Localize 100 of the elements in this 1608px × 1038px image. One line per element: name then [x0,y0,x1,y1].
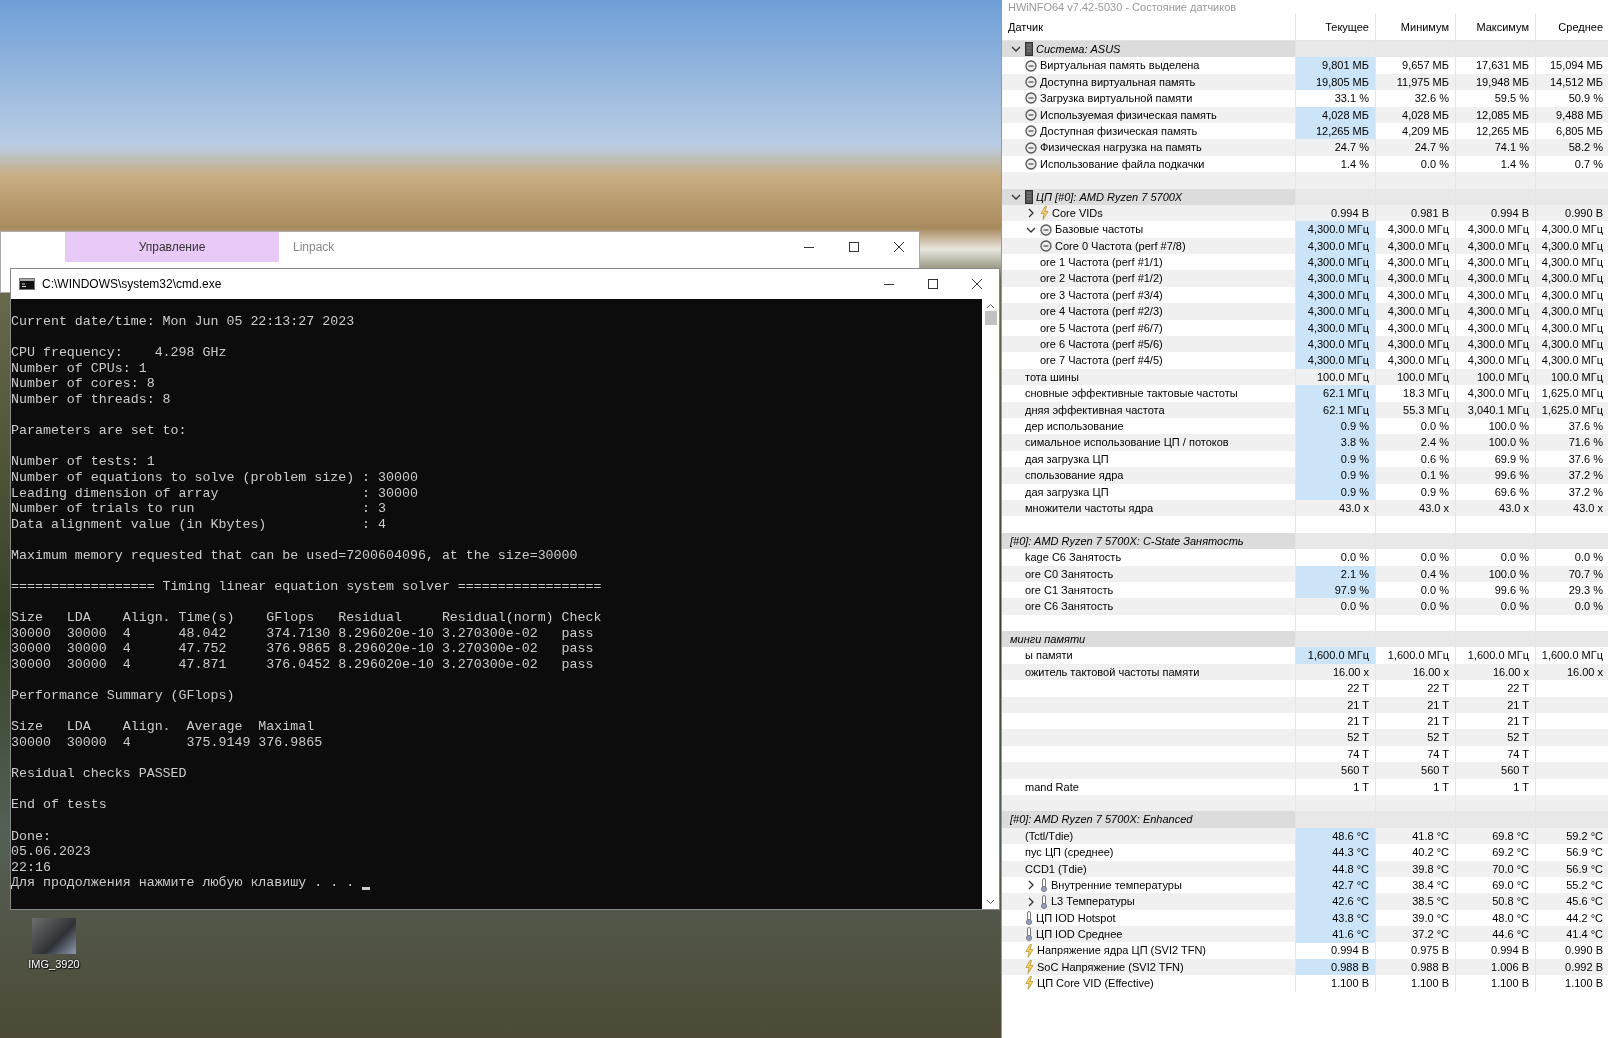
sensor-value: 0.0 % [1574,551,1603,564]
chip-icon [1025,42,1033,57]
sensor-row[interactable]: множители частоты ядра 43.0 x 43.0 x 43.0 x 43.0 x [1002,499,1608,517]
sensor-value: 6,805 МБ [1556,124,1603,137]
sensor-value: 37.6 % [1568,420,1603,432]
sensor-row[interactable]: ore 2 Частота (perf #1/2) 4,300.0 МГц 4,300.0 МГц 4,300.0 МГц 4,300.0 МГц [1002,270,1608,287]
sensor-row[interactable]: Физическая нагрузка на память 24.7 % 24.7 % 74.1 % 58.2 % [1002,139,1608,156]
sensor-row[interactable]: Базовые частоты 4,300.0 МГц 4,300.0 МГц 4,300.0 МГц 4,300.0 МГц [1002,221,1608,238]
sensor-value: 4,300.0 МГц [1541,239,1603,252]
sensor-row[interactable]: ore 6 Частота (perf #5/6) 4,300.0 МГц 4,300.0 МГц 4,300.0 МГц 4,300.0 МГц [1002,336,1608,353]
scrollbar[interactable] [982,299,999,909]
sensor-row[interactable]: Используемая физическая память 4,028 МБ 4,028 МБ 12,085 МБ 9,488 МБ [1002,106,1608,123]
sensor-row[interactable]: спользование ядра 0.9 % 0.1 % 99.6 % 37.2 % [1002,467,1608,484]
sensor-row[interactable]: Напряжение ядра ЦП (SVI2 TFN) 0.994 В 0.975 В 0.994 В 0.990 В [1002,942,1608,959]
sensor-row[interactable]: 22 T 22 T 22 T [1002,680,1608,697]
sensor-label: дая загрузка ЦП [1025,451,1109,467]
sensor-row[interactable]: 21 T 21 T 21 T [1002,696,1608,713]
sensor-row[interactable]: 560 T 560 T 560 T [1002,762,1608,779]
sensor-row[interactable]: ЦП Core VID (Effective) 1.100 В 1.100 В 1.100 В 1.100 В [1002,975,1608,992]
sensor-value: 48.6 °C [1332,829,1369,842]
sensor-row[interactable]: Виртуальная память выделена 9,801 МБ 9,657 МБ 17,631 МБ 15,094 МБ [1002,57,1608,74]
sensor-value: 0.9 % [1420,485,1449,498]
sensor-value: 4,300.0 МГц [1467,354,1529,367]
scroll-down-icon[interactable] [986,899,995,905]
group-header-row[interactable]: минги памяти [1002,631,1608,648]
sensor-value: 4,300.0 МГц [1467,239,1529,252]
sensor-row[interactable]: 52 T 52 T 52 T [1002,729,1608,746]
sensor-value: 16.00 x [1412,665,1449,678]
desktop-icon-label[interactable]: IMG_3920 [28,958,80,970]
sensor-row[interactable]: дая загрузка ЦП 0.9 % 0.9 % 69.6 % 37.2 % [1002,483,1608,500]
tab[interactable]: Linpack [279,232,349,262]
sensor-value: 16.00 x [1332,665,1369,678]
sensor-value: 4,300.0 МГц [1387,256,1449,269]
sensor-row[interactable]: Core 0 Частота (perf #7/8) 4,300.0 МГц 4,300.0 МГц 4,300.0 МГц 4,300.0 МГц [1002,237,1608,255]
sensor-row[interactable]: ore 7 Частота (perf #4/5) 4,300.0 МГц 4,300.0 МГц 4,300.0 МГц 4,300.0 МГц [1002,352,1608,369]
sensor-value: 0.994 В [1331,206,1369,219]
sensor-label: симальное использование ЦП / потоков [1025,435,1229,451]
column-header[interactable]: Датчик [1008,21,1044,33]
sensor-row[interactable]: CCD1 (Tdie) 44.8 °C 39.8 °C 70.0 °C 56.9 °C [1002,860,1608,877]
column-header[interactable]: Среднее [1558,21,1603,33]
sensor-value: 32.6 % [1414,92,1449,105]
sensor-value: 4,300.0 МГц [1541,288,1603,301]
sensor-value: 3.8 % [1340,436,1369,449]
sensor-value: 1,600.0 МГц [1307,649,1369,662]
console-text: ================== Timing linear equation system solver ================== [11,579,602,595]
sensor-value: 21 T [1427,698,1449,711]
thermometer-icon [1025,927,1033,942]
sensor-value: 48.0 °C [1492,911,1529,924]
sensor-row[interactable]: ЦП IOD Среднее 41.6 °C 37.2 °C 44.6 °C 41.4 °C [1002,926,1608,943]
sensor-row[interactable]: тота шины 100.0 МГц 100.0 МГц 100.0 МГц 100.0 МГц [1002,368,1608,386]
group-header-row[interactable]: [#0]: AMD Ryzen 7 5700X: Enhanced [1002,811,1608,828]
group-header-row[interactable]: Система: ASUS [1002,41,1608,58]
sensor-row[interactable]: kage C6 Занятость 0.0 % 0.0 % 0.0 % 0.0 % [1002,549,1608,566]
sensor-row[interactable]: симальное использование ЦП / потоков 3.8 % 2.4 % 100.0 % 71.6 % [1002,434,1608,451]
sensor-value: 50.8 °C [1492,895,1529,908]
photo-thumbnail[interactable] [32,918,76,954]
sensor-value: 1,600.0 МГц [1541,649,1603,662]
sensor-value: 18.3 МГц [1403,387,1449,400]
maximize-icon[interactable] [927,278,939,290]
column-header[interactable]: Максимум [1476,21,1529,33]
sensor-label: Доступна виртуальная память [1040,74,1196,90]
sensor-row[interactable]: L3 Температуры 42.6 °C 38.5 °C 50.8 °C 45.6 °C [1002,893,1608,910]
sensor-row[interactable]: ore C6 Занятость 0.0 % 0.0 % 0.0 % 0.0 % [1002,598,1608,615]
sensor-row[interactable]: SoC Напряжение (SVI2 TFN) 0.988 В 0.988 В 1.006 В 0.992 В [1002,958,1608,976]
sensor-row[interactable]: Загрузка виртуальной памяти 33.1 % 32.6 % 59.5 % 50.9 % [1002,90,1608,107]
sensor-row[interactable]: дняя эффективная частота 62.1 МГц 55.3 МГц 3,040.1 МГц 1,625.0 МГц [1002,401,1608,418]
scroll-up-icon[interactable] [986,303,995,309]
clock-icon [1025,59,1037,72]
sensor-row[interactable]: ы памяти 1,600.0 МГц 1,600.0 МГц 1,600.0 МГц 1,600.0 МГц [1002,647,1608,664]
group-header-row[interactable]: [#0]: AMD Ryzen 7 5700X: C-State Занятость [1002,532,1608,550]
close-icon[interactable] [893,241,905,253]
sensor-row[interactable]: ore 4 Частота (perf #2/3) 4,300.0 МГц 4,300.0 МГц 4,300.0 МГц 4,300.0 МГц [1002,303,1608,320]
sensor-label: Core 0 Частота (perf #7/8) [1055,238,1186,254]
column-header[interactable]: Текущее [1325,21,1369,33]
sensor-label: Используемая физическая память [1040,107,1217,123]
scroll-thumb[interactable] [984,311,997,325]
sensor-row[interactable]: ore C0 Занятость 2.1 % 0.4 % 100.0 % 70.7 % [1002,565,1608,582]
sensor-row[interactable]: ожитель тактовой частоты памяти 16.00 x 16.00 x 16.00 x 16.00 x [1002,663,1608,681]
sensor-value: 1 T [1353,780,1369,793]
sensor-value: 69.2 °C [1492,846,1529,859]
sensor-row[interactable]: mand Rate 1 T 1 T 1 T [1002,778,1608,795]
sensor-value: 44.3 °C [1332,846,1369,859]
sensor-value: 99.6 % [1494,469,1529,482]
close-icon[interactable] [971,278,983,290]
sensor-label: ore 5 Частота (perf #6/7) [1040,320,1163,336]
sensor-value: 100.0 МГц [1317,370,1369,383]
sensor-value: 1,625.0 МГц [1541,403,1603,416]
column-header[interactable]: Минимум [1400,21,1449,33]
sensor-row[interactable]: сновные эффективные тактовые частоты 62.1 МГц 18.3 МГц 4,300.0 МГц 1,625.0 МГц [1002,385,1608,402]
sensor-label: ore 7 Частота (perf #4/5) [1040,353,1163,369]
maximize-icon[interactable] [848,241,860,253]
lightning-icon [1025,976,1034,991]
console-text: Number of tests: 1 Number of equations to solve (problem size) : 30000 Leading dimension of array : 30000 Number of trials to run : 3 Data alignment value (in Kbytes) : 4 [11,454,418,533]
console-text: Performance Summary (GFlops) [11,688,235,704]
sensor-value: 42.6 °C [1332,895,1369,908]
sensor-value: 4,209 МБ [1402,124,1449,137]
sensor-row[interactable]: пус ЦП (среднее) 44.3 °C 40.2 °C 69.2 °C 56.9 °C [1002,844,1608,861]
tab[interactable]: Управление [65,232,279,262]
sensor-row[interactable]: Доступна виртуальная память 19,805 МБ 11,975 МБ 19,948 МБ 14,512 МБ [1002,73,1608,91]
sensor-value: 1.006 В [1491,960,1529,973]
